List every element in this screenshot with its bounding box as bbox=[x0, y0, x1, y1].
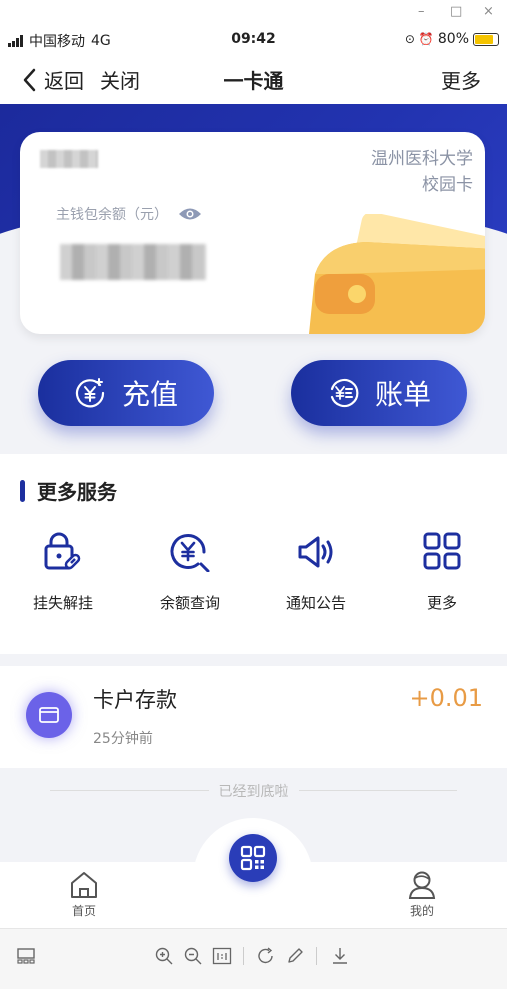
end-of-list-label: 已经到底啦 bbox=[0, 781, 507, 801]
wallet-icon bbox=[309, 214, 485, 334]
thumbnail-icon[interactable] bbox=[16, 946, 36, 966]
end-of-list-text: 已经到底啦 bbox=[208, 784, 299, 800]
zoom-out-icon[interactable] bbox=[183, 946, 203, 966]
close-window-button[interactable]: × bbox=[483, 4, 494, 19]
section-title-text: 更多服务 bbox=[37, 480, 117, 504]
balance-label: 主钱包余额（元） bbox=[56, 207, 168, 223]
status-bar: 中国移动 4G 09:42 ⊙ ⏰ 80% bbox=[0, 28, 507, 52]
yuan-add-icon bbox=[75, 378, 105, 408]
section-title: 更多服务 bbox=[20, 476, 117, 505]
service-label: 通知公告 bbox=[285, 594, 346, 612]
service-label: 余额查询 bbox=[159, 594, 220, 612]
tab-home-label: 首页 bbox=[71, 904, 96, 918]
bill-label: 账单 bbox=[374, 378, 431, 411]
actual-size-icon[interactable] bbox=[212, 946, 232, 966]
more-services-section: 更多服务 挂失解挂 余额查询 通知公告 更多 bbox=[0, 454, 507, 654]
user-icon bbox=[408, 871, 436, 899]
viewer-toolbar bbox=[0, 928, 507, 989]
alarm-icon: ⏰ bbox=[418, 32, 434, 46]
service-report-loss[interactable]: 挂失解挂 bbox=[8, 532, 118, 613]
rotation-lock-icon: ⊙ bbox=[404, 32, 415, 46]
service-more[interactable]: 更多 bbox=[387, 532, 497, 613]
download-icon[interactable] bbox=[330, 946, 350, 966]
maximize-button[interactable]: □ bbox=[450, 4, 462, 19]
transaction-row[interactable]: 卡户存款 25分钟前 +0.01 bbox=[0, 666, 507, 768]
card-type-label: 校园卡 bbox=[422, 175, 473, 195]
bill-button[interactable]: 账单 bbox=[291, 360, 467, 426]
service-label: 挂失解挂 bbox=[32, 594, 93, 612]
battery-icon bbox=[473, 32, 499, 46]
nav-bar: 返回 关闭 一卡通 更多 bbox=[0, 52, 507, 104]
home-icon bbox=[71, 872, 97, 898]
page-title: 一卡通 bbox=[223, 69, 284, 93]
campus-card[interactable]: 温州医科大学 校园卡 主钱包余额（元） bbox=[20, 132, 485, 334]
school-name: 温州医科大学 校园卡 bbox=[371, 146, 473, 198]
section-marker bbox=[20, 479, 25, 502]
zoom-in-icon[interactable] bbox=[154, 946, 174, 966]
balance-label-row: 主钱包余额（元） bbox=[56, 204, 202, 224]
balance-value-blurred bbox=[60, 244, 206, 280]
edit-icon[interactable] bbox=[285, 946, 305, 966]
tab-home[interactable]: 首页 bbox=[54, 870, 114, 919]
tab-mine-label: 我的 bbox=[409, 904, 434, 918]
toolbar-divider bbox=[316, 947, 317, 965]
lock-link-icon bbox=[44, 532, 81, 570]
qr-code-icon bbox=[240, 845, 266, 871]
tab-mine[interactable]: 我的 bbox=[392, 870, 452, 919]
service-label: 更多 bbox=[426, 594, 457, 612]
speaker-icon bbox=[298, 536, 333, 568]
qr-code-button[interactable] bbox=[229, 834, 277, 882]
transaction-time: 25分钟前 bbox=[93, 731, 153, 747]
recharge-label: 充值 bbox=[121, 378, 178, 411]
rotate-icon[interactable] bbox=[256, 946, 276, 966]
yuan-search-icon bbox=[170, 534, 210, 572]
transaction-amount: +0.01 bbox=[409, 684, 483, 712]
school-name-line1: 温州医科大学 bbox=[371, 149, 473, 169]
minimize-button[interactable]: – bbox=[418, 4, 425, 19]
hero-section: 温州医科大学 校园卡 主钱包余额（元） 充值 账单 bbox=[0, 104, 507, 454]
eye-icon[interactable] bbox=[178, 206, 202, 222]
transaction-title: 卡户存款 bbox=[93, 688, 177, 712]
service-balance-query[interactable]: 余额查询 bbox=[135, 532, 245, 613]
window-title-bar: – □ × bbox=[0, 0, 507, 28]
more-button[interactable]: 更多 bbox=[441, 65, 481, 94]
recharge-button[interactable]: 充值 bbox=[38, 360, 214, 426]
toolbar-divider bbox=[243, 947, 244, 965]
card-icon bbox=[26, 692, 72, 738]
cardholder-name-blurred bbox=[40, 150, 98, 168]
battery-percent: 80% bbox=[437, 31, 469, 47]
grid-icon bbox=[423, 532, 461, 570]
bill-icon bbox=[328, 378, 359, 408]
service-announcements[interactable]: 通知公告 bbox=[261, 532, 371, 613]
